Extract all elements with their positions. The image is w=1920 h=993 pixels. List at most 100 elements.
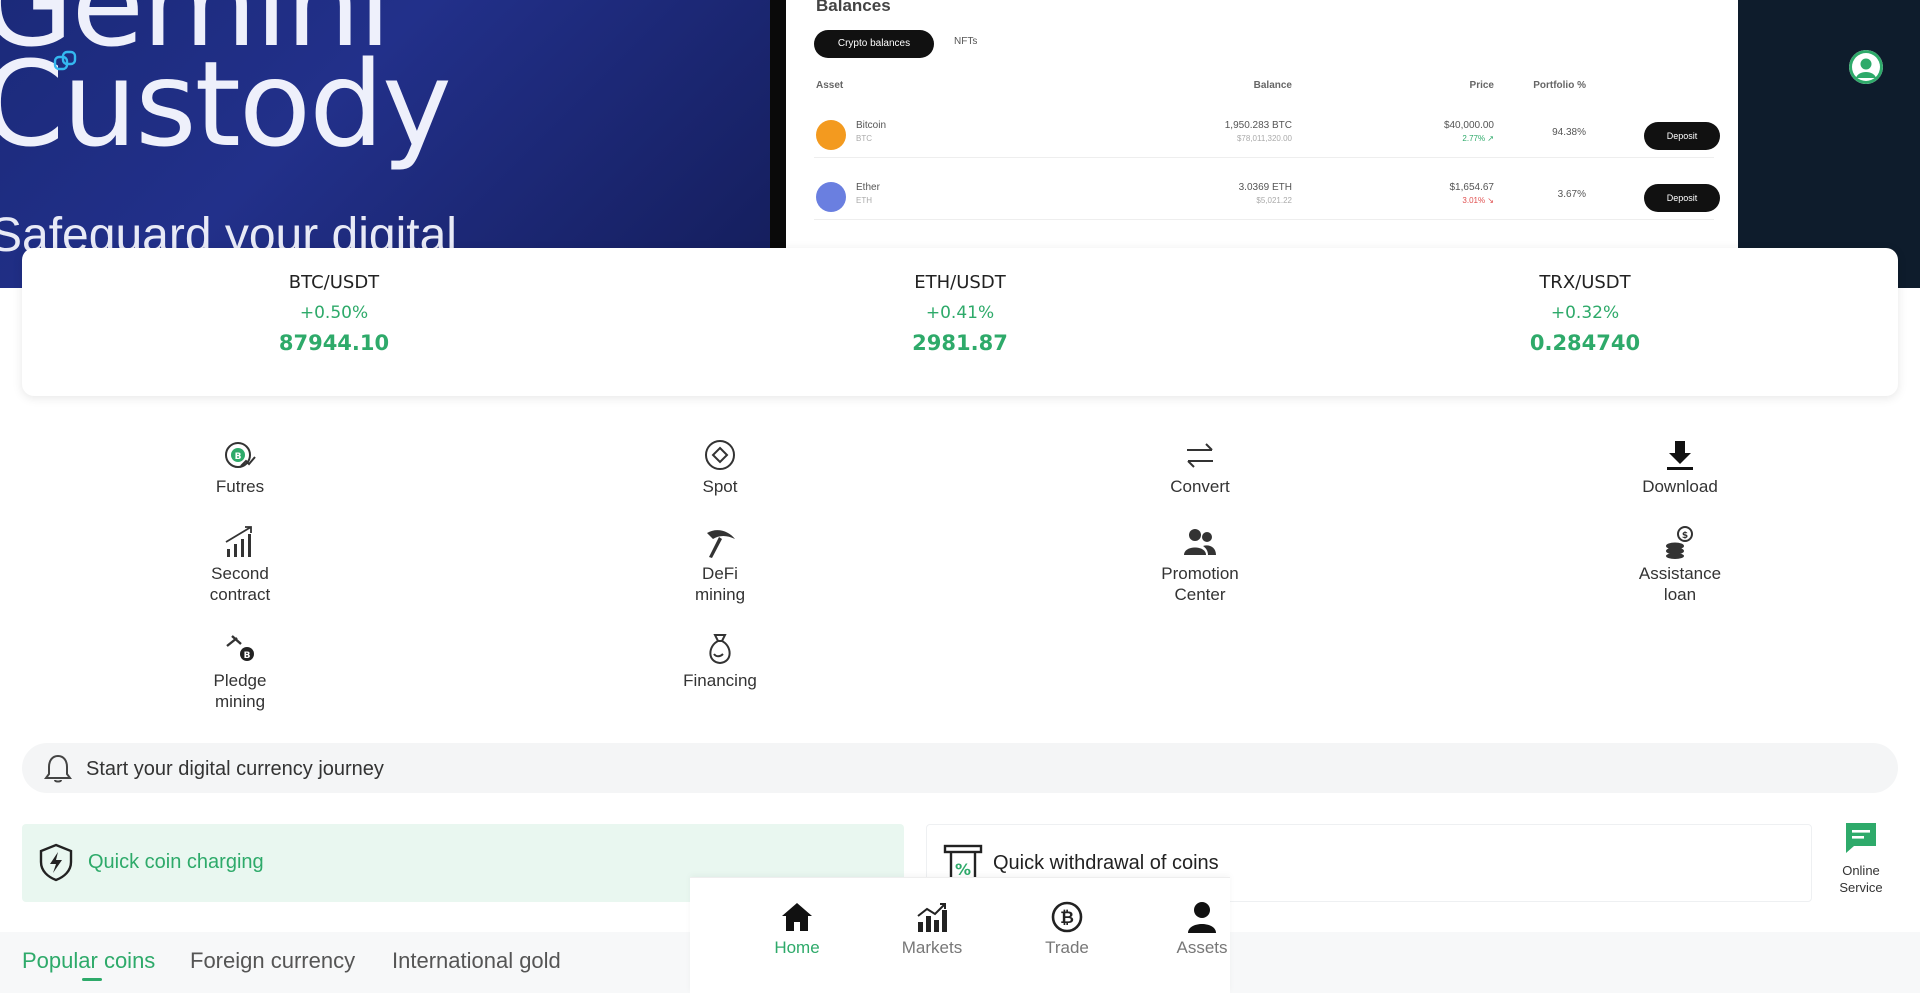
signal-bars-icon <box>225 526 252 557</box>
ticker-eth[interactable]: ETH/USDT +0.41% 2981.87 <box>810 272 1110 355</box>
menu-second-contract[interactable]: Second contract <box>160 525 320 605</box>
mockup-balance-usd: $5,021.22 <box>1256 196 1292 205</box>
menu-label: Spot <box>702 477 738 496</box>
users-icon <box>1184 529 1216 555</box>
bell-icon <box>44 754 72 783</box>
ether-icon <box>816 182 846 212</box>
mockup-tab-crypto: Crypto balances <box>814 30 934 58</box>
mockup-deposit-button: Deposit <box>1644 122 1720 150</box>
download-icon <box>1667 441 1693 470</box>
bitcoin-circle-icon: ₿ <box>1051 901 1083 933</box>
menu-label: Download <box>1642 477 1718 496</box>
mockup-asset-symbol: ETH <box>856 196 872 205</box>
nav-label: Home <box>774 938 820 957</box>
home-icon <box>782 903 812 931</box>
ticker-trx[interactable]: TRX/USDT +0.32% 0.284740 <box>1435 272 1735 355</box>
menu-financing[interactable]: Financing <box>640 632 800 691</box>
mockup-balance: 3.0369 ETH <box>1238 182 1292 193</box>
mockup-asset-symbol: BTC <box>856 134 872 143</box>
menu-promotion-center[interactable]: Promotion Center <box>1120 525 1280 605</box>
menu-pledge-mining[interactable]: B Pledge mining <box>160 632 320 712</box>
nav-label: Markets <box>901 938 963 957</box>
ticker-price: 2981.87 <box>912 331 1008 355</box>
markets-chart-icon <box>917 903 947 932</box>
mockup-row: Bitcoin BTC 1,950.283 BTC $78,011,320.00… <box>814 108 1720 158</box>
futures-coin-icon: B <box>225 442 256 468</box>
balances-mockup: Balances Crypto balances NFTs Asset Bala… <box>786 0 1738 250</box>
mockup-deposit-button: Deposit <box>1644 184 1720 212</box>
ticker-card: BTC/USDT +0.50% 87944.10 ETH/USDT +0.41%… <box>22 248 1898 396</box>
svg-text:B: B <box>244 651 251 661</box>
mockup-row: Ether ETH 3.0369 ETH $5,021.22 $1,654.67… <box>814 170 1720 220</box>
menu-convert[interactable]: Convert <box>1120 438 1280 497</box>
app-root: Gemini Custody Safeguard your digital Ba… <box>0 0 1920 993</box>
user-avatar-icon[interactable] <box>1849 50 1883 84</box>
online-service-label: Online Service <box>1839 863 1883 895</box>
mockup-tab-nfts: NFTs <box>954 36 978 47</box>
nav-trade[interactable]: ₿ Trade <box>1012 900 1122 958</box>
ticker-btc[interactable]: BTC/USDT +0.50% 87944.10 <box>184 272 484 355</box>
menu-spot[interactable]: Spot <box>640 438 800 497</box>
ticker-change: +0.41% <box>925 303 995 323</box>
ticker-change: +0.50% <box>299 303 369 323</box>
menu-label: Promotion Center <box>1161 564 1239 604</box>
banner-artwork: Gemini Custody Safeguard your digital <box>0 0 785 288</box>
promo-banner[interactable]: Gemini Custody Safeguard your digital Ba… <box>0 0 1920 288</box>
mockup-portfolio: 94.38% <box>1552 127 1586 138</box>
mockup-title: Balances <box>816 0 891 15</box>
svg-text:₿: ₿ <box>1060 908 1074 928</box>
nav-label: Trade <box>1045 938 1089 957</box>
ticker-price: 87944.10 <box>278 331 390 355</box>
online-service-button[interactable]: Online Service <box>1820 820 1902 896</box>
nav-label: Assets <box>1176 938 1228 957</box>
ticker-pair: TRX/USDT <box>1539 272 1631 293</box>
svg-text:B: B <box>235 452 242 462</box>
menu-label: Futres <box>215 477 265 496</box>
ticker-pair: BTC/USDT <box>288 272 380 293</box>
menu-label: Assistance loan <box>1638 564 1722 604</box>
menu-futures[interactable]: B Futres <box>160 438 320 497</box>
spot-diamond-icon <box>705 440 735 470</box>
pledge-pick-icon: B <box>226 635 254 661</box>
banner-headline: Gemini Custody <box>0 0 452 173</box>
ticker-price: 0.284740 <box>1529 331 1641 355</box>
notice-text: Start your digital currency journey <box>86 758 384 780</box>
menu-assistance-loan[interactable]: $ Assistance loan <box>1600 525 1760 605</box>
tab-international-gold[interactable]: International gold <box>392 948 561 974</box>
svg-text:$: $ <box>1682 531 1688 541</box>
tab-foreign-currency[interactable]: Foreign currency <box>190 948 355 974</box>
pickaxe-icon <box>707 530 735 558</box>
bottom-navigation: Home Markets ₿ Trade Assets <box>690 877 1230 993</box>
quick-charge-label: Quick coin charging <box>88 851 264 873</box>
convert-arrows-icon <box>1187 443 1213 468</box>
menu-label: Second contract <box>209 564 271 604</box>
mockup-balance: 1,950.283 BTC <box>1224 120 1292 131</box>
mockup-header-asset: Asset <box>816 80 844 91</box>
nav-markets[interactable]: Markets <box>877 900 987 958</box>
quick-withdraw-label: Quick withdrawal of coins <box>993 852 1219 874</box>
menu-defi-mining[interactable]: DeFi mining <box>640 525 800 605</box>
shield-bolt-icon <box>39 843 73 882</box>
menu-label: Financing <box>683 671 757 690</box>
tab-popular-coins[interactable]: Popular coins <box>22 948 155 974</box>
mockup-asset-name: Bitcoin <box>856 120 887 131</box>
menu-label: DeFi mining <box>694 564 746 604</box>
banner-divider <box>770 0 786 288</box>
mockup-header-balance: Balance <box>1253 80 1292 91</box>
bitcoin-icon <box>816 120 846 150</box>
mockup-portfolio: 3.67% <box>1557 189 1586 200</box>
ticker-pair: ETH/USDT <box>914 272 1006 293</box>
nav-home[interactable]: Home <box>742 900 852 958</box>
active-tab-indicator <box>82 978 102 981</box>
coins-stack-icon: $ <box>1666 526 1693 559</box>
mockup-asset-name: Ether <box>856 182 880 193</box>
chat-bubble-icon <box>1846 823 1876 853</box>
mockup-header-portfolio: Portfolio % <box>1533 80 1586 91</box>
menu-download[interactable]: Download <box>1600 438 1760 497</box>
notice-bar[interactable]: Start your digital currency journey <box>22 743 1898 793</box>
ticker-change: +0.32% <box>1550 303 1620 323</box>
mockup-balance-usd: $78,011,320.00 <box>1236 134 1292 143</box>
money-bag-icon <box>709 634 731 665</box>
nav-assets[interactable]: Assets <box>1147 900 1257 958</box>
menu-label: Pledge mining <box>213 671 267 711</box>
